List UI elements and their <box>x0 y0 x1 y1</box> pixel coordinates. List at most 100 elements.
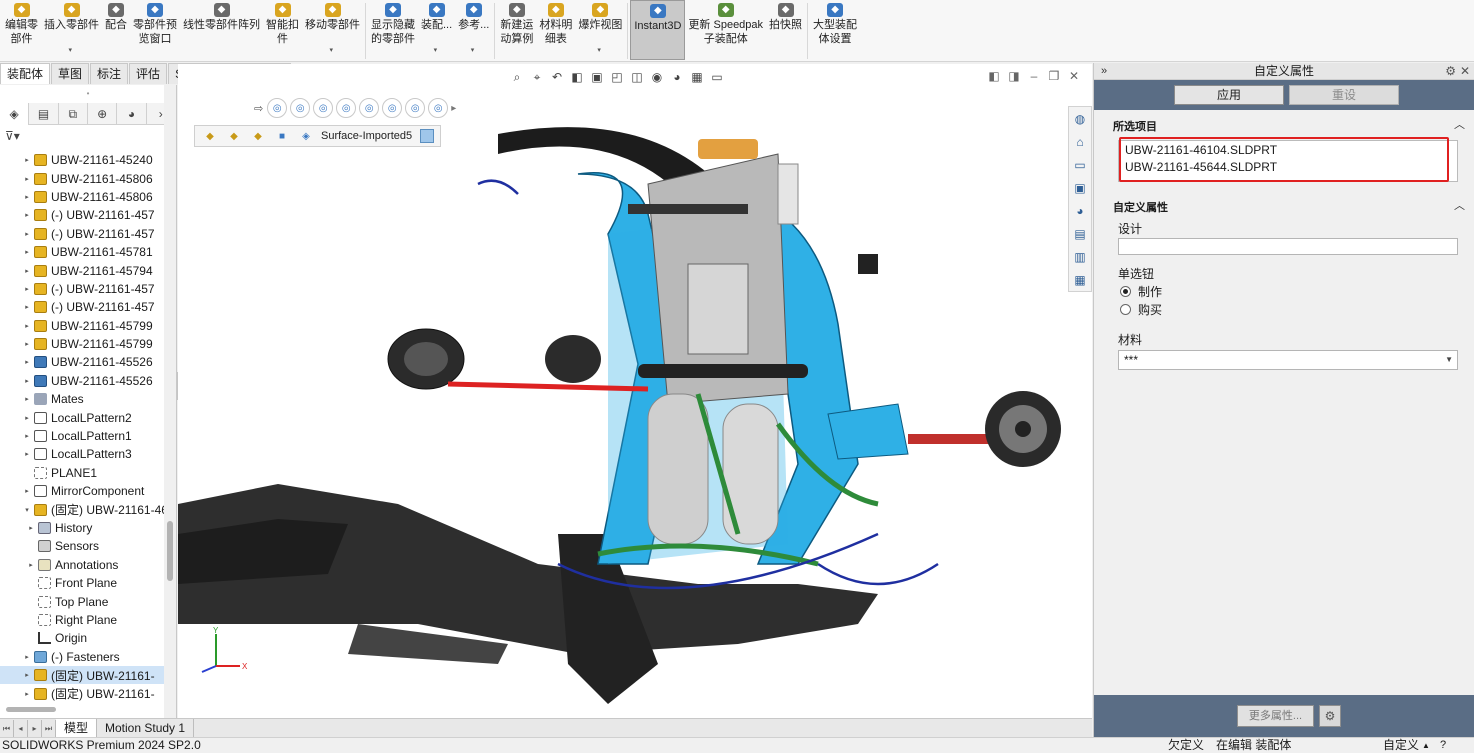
ribbon-button-linear-pattern[interactable]: ◆ 线性零部件阵列 <box>180 0 263 60</box>
radio-make-indicator[interactable] <box>1120 285 1131 297</box>
dimxpert-tab-icon[interactable]: ⊕ <box>88 103 118 125</box>
tree-row[interactable]: ▸ UBW-21161-45781 <box>0 243 165 261</box>
tab-markup[interactable]: 标注 <box>90 63 129 84</box>
tab-assembly[interactable]: 装配体 <box>0 63 51 84</box>
ribbon-button-assembly-features[interactable]: ◆ 装配... ▾ <box>418 0 455 60</box>
expand-arrow-icon[interactable]: ▸ <box>26 524 36 532</box>
first-tab-icon[interactable]: ⏮ <box>0 719 14 737</box>
ribbon-button-large-assembly[interactable]: ◆ 大型装配 体设置 <box>810 0 860 60</box>
tab-model[interactable]: 模型 <box>56 719 98 737</box>
tree-row[interactable]: ▸ (-) UBW-21161-457 <box>0 206 165 224</box>
chevron-up-icon[interactable]: ︿ <box>1454 197 1465 213</box>
custom-properties-icon[interactable]: ▤ <box>1069 222 1091 245</box>
filter-expand-icon[interactable]: ▸ <box>451 103 456 114</box>
design-field[interactable] <box>1118 238 1458 255</box>
expand-arrow-icon[interactable]: ▸ <box>22 193 32 201</box>
filter-target-icon[interactable]: ◎ <box>428 98 449 118</box>
expand-arrow-icon[interactable]: ▸ <box>22 175 32 183</box>
tab-motion-study[interactable]: Motion Study 1 <box>97 719 195 737</box>
expand-arrow-icon[interactable]: ▸ <box>22 340 32 348</box>
filter-target-icon[interactable]: ◎ <box>382 98 403 118</box>
section-view-icon[interactable]: ◧ <box>568 68 586 86</box>
tree-row[interactable]: ▸ UBW-21161-45806 <box>0 169 165 187</box>
tree-row[interactable]: Top Plane <box>0 592 165 610</box>
radio-make[interactable]: 制作 <box>1120 283 1162 299</box>
tree-row[interactable]: ▸ (-) UBW-21161-457 <box>0 225 165 243</box>
chevron-down-icon[interactable]: ▼ <box>1445 351 1453 369</box>
reset-button[interactable]: 重设 <box>1289 85 1399 105</box>
tree-row[interactable]: Front Plane <box>0 574 165 592</box>
expand-arrow-icon[interactable]: ▸ <box>22 653 32 661</box>
ribbon-button-insert-component[interactable]: ◆ 插入零部件 ▾ <box>41 0 102 60</box>
feature-tree-tab-icon[interactable]: ◈ <box>0 103 30 125</box>
appearances-icon[interactable]: ◕ <box>1069 199 1091 222</box>
ribbon-button-motion-study[interactable]: ◆ 新建运 动算例 <box>497 0 536 60</box>
configuration-manager-tab-icon[interactable]: ⧉ <box>59 103 88 125</box>
forum-icon[interactable]: ▥ <box>1069 245 1091 268</box>
filter-target-icon[interactable]: ◎ <box>290 98 311 118</box>
tree-row[interactable]: ▸ UBW-21161-45806 <box>0 188 165 206</box>
expand-arrow-icon[interactable]: ▸ <box>26 561 36 569</box>
edit-appearance-icon[interactable]: ◕ <box>668 68 686 86</box>
ribbon-button-show-hidden[interactable]: ◆ 显示隐藏 的零部件 <box>368 0 418 60</box>
tree-vertical-scrollbar[interactable] <box>164 85 176 718</box>
tree-row[interactable]: ▸ Mates <box>0 390 165 408</box>
view-settings-icon[interactable]: ▭ <box>708 68 726 86</box>
expand-arrow-icon[interactable]: ▸ <box>22 211 32 219</box>
tree-row[interactable]: ▾ (固定) UBW-21161-460 <box>0 500 165 518</box>
expand-arrow-icon[interactable]: ▸ <box>22 358 32 366</box>
tree-row[interactable]: ▸ (-) Fasteners <box>0 648 165 666</box>
ribbon-button-mate[interactable]: ◆ 配合 <box>102 0 130 60</box>
display-style-icon[interactable]: ◫ <box>628 68 646 86</box>
display-manager-tab-icon[interactable]: ◕ <box>117 103 147 125</box>
ribbon-button-reference-geometry[interactable]: ◆ 参考... ▾ <box>455 0 492 60</box>
panel-drag-handle[interactable]: • <box>0 85 176 103</box>
hide-show-items-icon[interactable]: ◉ <box>648 68 666 86</box>
tree-row[interactable]: ▸ (-) UBW-21161-457 <box>0 280 165 298</box>
ribbon-button-move-component[interactable]: ◆ 移动零部件 ▾ <box>302 0 363 60</box>
tree-row[interactable]: ▸ UBW-21161-45799 <box>0 317 165 335</box>
list-item[interactable]: UBW-21161-46104.SLDPRT <box>1119 142 1457 158</box>
tree-scroll-thumb[interactable] <box>167 521 173 581</box>
help-icon[interactable]: ? <box>1440 738 1446 753</box>
chevron-up-icon[interactable]: ︿ <box>1454 116 1465 132</box>
tree-row[interactable]: ▸ UBW-21161-45240 <box>0 151 165 169</box>
ribbon-button-smart-fasteners[interactable]: ◆ 智能扣 件 <box>263 0 302 60</box>
expand-arrow-icon[interactable]: ▸ <box>22 395 32 403</box>
surface-crumb-icon[interactable]: ◈ <box>297 128 315 144</box>
selected-items-list[interactable]: UBW-21161-46104.SLDPRT UBW-21161-45644.S… <box>1118 140 1458 182</box>
file-explorer-icon[interactable]: ▣ <box>1069 176 1091 199</box>
apply-button[interactable]: 应用 <box>1174 85 1284 105</box>
expand-arrow-icon[interactable]: ▸ <box>22 432 32 440</box>
toolbox-icon[interactable]: ▦ <box>1069 268 1091 291</box>
minimize-icon[interactable]: – <box>1024 67 1044 85</box>
expand-arrow-icon[interactable]: ▾ <box>22 506 32 514</box>
more-properties-button[interactable]: 更多属性... <box>1237 705 1314 727</box>
filter-target-icon[interactable]: ◎ <box>313 98 334 118</box>
tree-row[interactable]: ▸ UBW-21161-45526 <box>0 372 165 390</box>
tree-horizontal-scroll-thumb[interactable] <box>6 707 56 712</box>
view-orientation-icon[interactable]: ◰ <box>608 68 626 86</box>
expand-arrow-icon[interactable]: ▸ <box>22 322 32 330</box>
status-unit-system[interactable]: 自定义 <box>1383 738 1419 753</box>
property-manager-tab-icon[interactable]: ▤ <box>29 103 59 125</box>
expand-arrow-icon[interactable]: ▸ <box>22 377 32 385</box>
expand-arrow-icon[interactable]: ▸ <box>22 303 32 311</box>
close-icon[interactable]: ✕ <box>1064 67 1084 85</box>
expand-arrow-icon[interactable]: ▸ <box>22 248 32 256</box>
tree-row[interactable]: PLANE1 <box>0 464 165 482</box>
dynamic-annotation-icon[interactable]: ▣ <box>588 68 606 86</box>
material-select[interactable]: *** ▼ <box>1118 350 1458 370</box>
assembly-model[interactable] <box>178 64 1092 718</box>
restore-icon[interactable]: ❐ <box>1044 67 1064 85</box>
tree-row[interactable]: ▸ (-) UBW-21161-457 <box>0 298 165 316</box>
tree-row[interactable]: ▸ (固定) UBW-21161- <box>0 665 165 685</box>
tree-row[interactable]: Sensors <box>0 537 165 555</box>
tree-row[interactable]: ▸ UBW-21161-45526 <box>0 353 165 371</box>
filter-target-icon[interactable]: ◎ <box>359 98 380 118</box>
filter-target-icon[interactable]: ◎ <box>336 98 357 118</box>
property-settings-icon[interactable]: ⚙ <box>1319 705 1341 727</box>
next-tab-icon[interactable]: ▸ <box>28 719 42 737</box>
graphics-area[interactable]: ⌕ ⌖ ↶ ◧ ▣ ◰ ◫ ◉ ◕ ▦ ▭ ◧ ◨ – ❐ ✕ ⇨ ◎ ◎ ◎ … <box>178 64 1092 718</box>
expand-arrow-icon[interactable]: ▸ <box>22 671 32 679</box>
